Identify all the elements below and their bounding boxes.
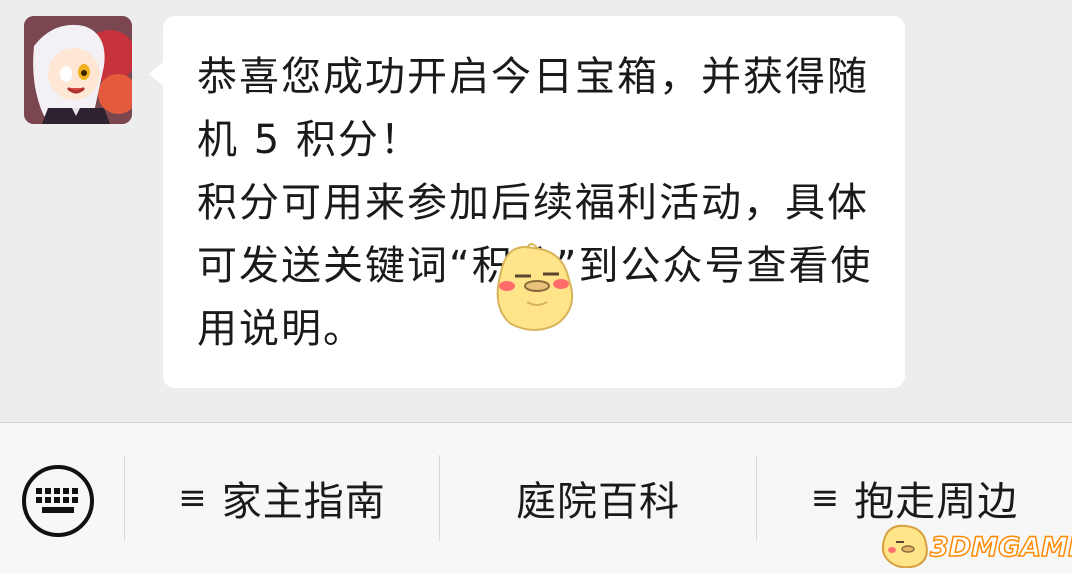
menu-item-encyclopedia[interactable]: 庭院百科 — [440, 453, 756, 543]
menu-list-icon: ≡ — [178, 478, 208, 518]
menu-item-label: 抱走周边 — [854, 479, 1019, 525]
avatar-illustration — [24, 16, 132, 124]
menu-item-guide[interactable]: ≡ 家主指南 — [125, 453, 439, 543]
menu-list-icon: ≡ — [810, 478, 841, 518]
watermark-chick-icon — [881, 524, 928, 568]
keyboard-toggle-icon[interactable] — [20, 463, 96, 539]
menu-item-label: 庭院百科 — [516, 479, 680, 525]
menu-item-label: 家主指南 — [221, 479, 386, 525]
chat-area: 恭喜您成功开启今日宝箱，并获得随机 5 积分！ 积分可用来参加后续福利活动，具体… — [0, 0, 1072, 422]
watermark: 3DMGAME — [878, 522, 1072, 568]
chick-sticker — [496, 243, 573, 331]
watermark-text: 3DMGAME — [929, 531, 1072, 564]
official-account-avatar[interactable] — [24, 16, 132, 124]
